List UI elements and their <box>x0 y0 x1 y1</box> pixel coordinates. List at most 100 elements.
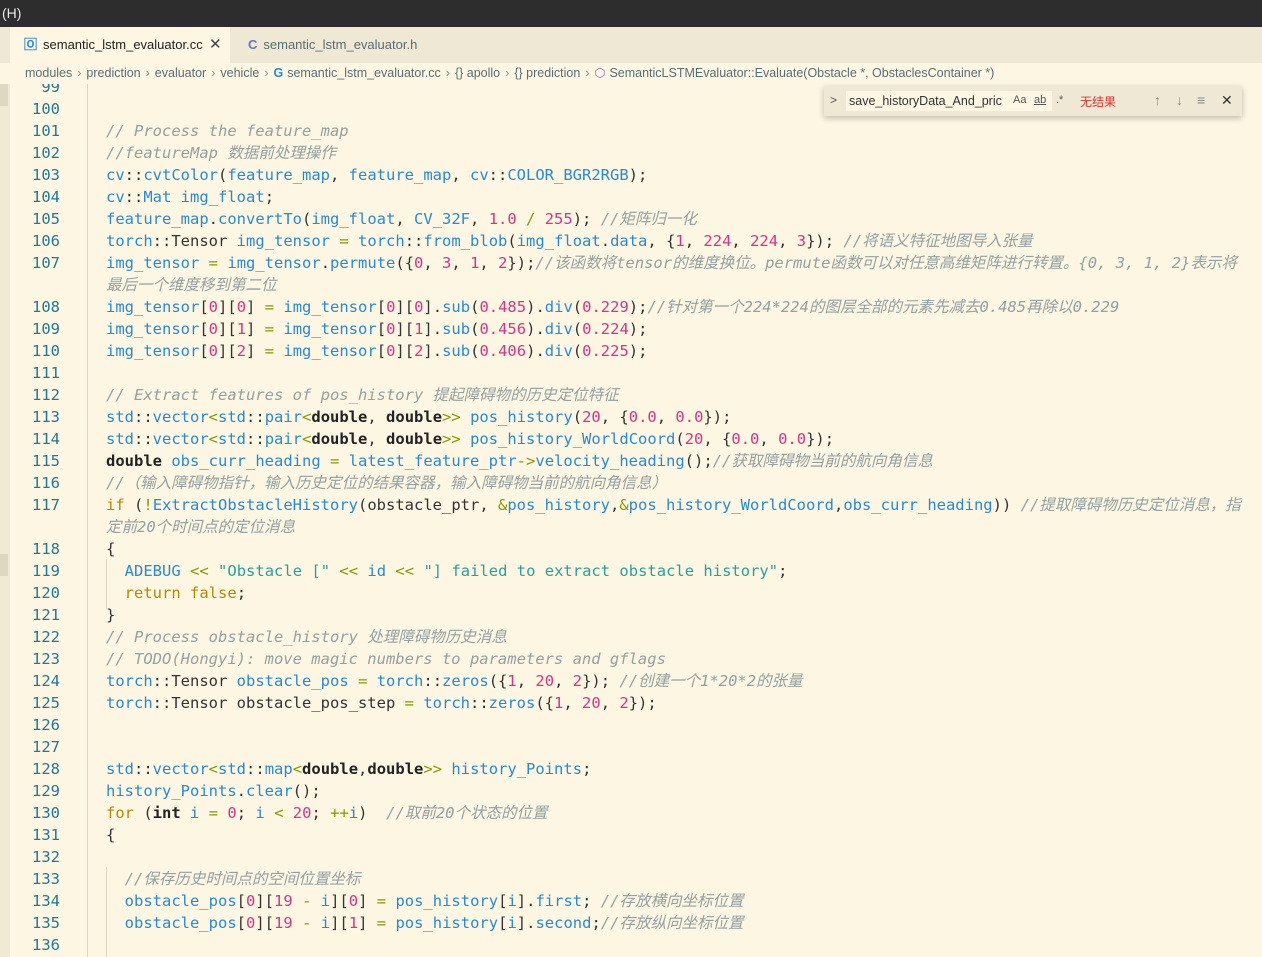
line-text: if (!ExtractObstacleHistory(obstacle_ptr… <box>106 496 1241 536</box>
arrow-down-icon[interactable]: ↓ <box>1176 92 1183 108</box>
code-line[interactable]: 109 img_tensor[0][1] = img_tensor[0][1].s… <box>0 318 1262 340</box>
line-text: for (int i = 0; i < 20; ++i) //取前20个状态的位… <box>106 804 548 822</box>
chevron-right-icon: › <box>211 66 216 80</box>
find-result: 无结果 <box>1080 95 1117 109</box>
code-line[interactable]: 106 torch::Tensor img_tensor = torch::fro… <box>0 230 1262 252</box>
code-line[interactable]: 102 //featureMap 数据前处理操作 <box>0 142 1262 164</box>
regex-toggle[interactable]: .* <box>1056 94 1063 106</box>
breadcrumb-item-modules[interactable]: modules <box>25 66 72 80</box>
code-line[interactable]: 120 return false; <box>0 582 1262 604</box>
find-in-selection-icon[interactable]: ≡ <box>1197 92 1205 108</box>
code-editor[interactable]: 99 100 101 // Process the feature_map 102 //f… <box>0 84 1262 957</box>
line-text: // TODO(Hongyi): move magic numbers to p… <box>106 650 666 668</box>
line-text: // Extract features of pos_history 提起障碍物… <box>106 386 619 404</box>
code-line[interactable]: 115 double obs_curr_heading = latest_feat… <box>0 450 1262 472</box>
line-text: //（输入障碍物指针，输入历史定位的结果容器，输入障碍物当前的航向角信息） <box>106 474 668 492</box>
line-number: 115 <box>32 452 60 470</box>
line-number: 99 <box>41 84 60 96</box>
line-number: 101 <box>32 122 60 140</box>
code-line[interactable]: 127 <box>0 736 1262 758</box>
line-number: 118 <box>32 540 60 558</box>
line-number: 129 <box>32 782 60 800</box>
code-line[interactable]: 132 <box>0 846 1262 868</box>
cpp-file-icon: G <box>273 66 284 80</box>
line-number: 114 <box>32 430 60 448</box>
code-line[interactable]: 125 torch::Tensor obstacle_pos_step = tor… <box>0 692 1262 714</box>
line-text: //保存历史时间点的空间位置坐标 <box>124 870 361 888</box>
code-line[interactable]: 136 <box>0 934 1262 956</box>
breadcrumb-item-namespace-prediction[interactable]: {} prediction <box>514 66 580 80</box>
chevron-right-icon: › <box>264 66 269 80</box>
line-number: 136 <box>32 936 60 954</box>
code-line[interactable]: 105 feature_map.convertTo(img_float, CV_3… <box>0 208 1262 230</box>
line-number: 133 <box>32 870 60 888</box>
code-line[interactable]: 108 img_tensor[0][0] = img_tensor[0][0].s… <box>0 296 1262 318</box>
breadcrumb-item-namespace-apollo[interactable]: {} apollo <box>455 66 500 80</box>
line-text: img_tensor[0][2] = img_tensor[0][2].sub(… <box>106 342 648 360</box>
code-line[interactable]: 110 img_tensor[0][2] = img_tensor[0][2].s… <box>0 340 1262 362</box>
code-line[interactable]: 113 std::vector<std::pair<double, double>… <box>0 406 1262 428</box>
code-line[interactable]: 104 cv::Mat img_float; <box>0 186 1262 208</box>
chevron-right-icon[interactable]: > <box>830 93 837 107</box>
line-number: 100 <box>32 100 60 118</box>
code-line[interactable]: 130 for (int i = 0; i < 20; ++i) //取前20个状… <box>0 802 1262 824</box>
menu-help[interactable]: (H) <box>2 5 21 21</box>
tab-semantic-lstm-evaluator-cc[interactable]: 🄾semantic_lstm_evaluator.cc ✕ <box>10 27 230 63</box>
code-line[interactable]: 112 // Extract features of pos_history 提起… <box>0 384 1262 406</box>
line-text: ADEBUG << "Obstacle [" << id << "] faile… <box>124 562 788 580</box>
line-text: // Process the feature_map <box>106 122 349 140</box>
code-line[interactable]: 124 torch::Tensor obstacle_pos = torch::z… <box>0 670 1262 692</box>
line-number: 119 <box>32 562 60 580</box>
line-number: 126 <box>32 716 60 734</box>
line-text: img_tensor[0][0] = img_tensor[0][0].sub(… <box>106 298 1120 316</box>
breadcrumb: modules › prediction › evaluator › vehicle › Gse… <box>0 63 1262 84</box>
line-number: 122 <box>32 628 60 646</box>
breadcrumb-item-vehicle[interactable]: vehicle <box>220 66 259 80</box>
code-line[interactable]: 114 std::vector<std::pair<double, double>… <box>0 428 1262 450</box>
code-line[interactable]: 101 // Process the feature_map <box>0 120 1262 142</box>
line-number: 116 <box>32 474 60 492</box>
code-line[interactable]: 118 { <box>0 538 1262 560</box>
code-line[interactable]: 134 obstacle_pos[0][19 - i][0] = pos_his… <box>0 890 1262 912</box>
line-text: { <box>106 540 116 558</box>
match-case-toggle[interactable]: Aa <box>1013 94 1026 106</box>
line-number: 120 <box>32 584 60 602</box>
line-number: 127 <box>32 738 60 756</box>
code-line[interactable]: 129 history_Points.clear(); <box>0 780 1262 802</box>
code-line[interactable]: 135 obstacle_pos[0][19 - i][1] = pos_his… <box>0 912 1262 934</box>
code-lines: 99 100 101 // Process the feature_map 102 //f… <box>0 84 1262 956</box>
code-line[interactable]: 111 <box>0 362 1262 384</box>
close-icon[interactable]: ✕ <box>1221 92 1233 109</box>
tab-semantic-lstm-evaluator-h[interactable]: Csemantic_lstm_evaluator.h <box>232 27 449 63</box>
line-number: 124 <box>32 672 60 690</box>
code-line[interactable]: 128 std::vector<std::map<double,double>> … <box>0 758 1262 780</box>
line-number: 109 <box>32 320 60 338</box>
code-line[interactable]: 133 //保存历史时间点的空间位置坐标 <box>0 868 1262 890</box>
line-text: } <box>106 606 116 624</box>
code-line[interactable]: 131 { <box>0 824 1262 846</box>
code-line[interactable]: 117 if (!ExtractObstacleHistory(obstacle_… <box>0 494 1262 538</box>
whole-word-toggle[interactable]: ab <box>1034 94 1046 106</box>
code-line[interactable]: 121} <box>0 604 1262 626</box>
code-line[interactable]: 126 <box>0 714 1262 736</box>
line-number: 113 <box>32 408 60 426</box>
line-number: 106 <box>32 232 60 250</box>
line-number: 103 <box>32 166 60 184</box>
code-line[interactable]: 119 ADEBUG << "Obstacle [" << id << "] f… <box>0 560 1262 582</box>
line-text: obstacle_pos[0][19 - i][0] = pos_history… <box>124 892 744 910</box>
code-line[interactable]: 103 cv::cvtColor(feature_map, feature_map… <box>0 164 1262 186</box>
line-text: feature_map.convertTo(img_float, CV_32F,… <box>106 210 697 228</box>
chevron-right-icon: › <box>145 66 150 80</box>
code-line[interactable]: 122 // Process obstacle_history 处理障碍物历史消息 <box>0 626 1262 648</box>
line-text: torch::Tensor obstacle_pos = torch::zero… <box>106 672 803 690</box>
code-line[interactable]: 107 img_tensor = img_tensor.permute({0, 3… <box>0 252 1262 296</box>
breadcrumb-item-prediction[interactable]: prediction <box>86 66 140 80</box>
breadcrumb-item-evaluator[interactable]: evaluator <box>155 66 206 80</box>
code-line[interactable]: 123 // TODO(Hongyi): move magic numbers t… <box>0 648 1262 670</box>
arrow-up-icon[interactable]: ↑ <box>1154 92 1161 108</box>
breadcrumb-item-file[interactable]: semantic_lstm_evaluator.cc <box>287 66 441 80</box>
code-line[interactable]: 116 //（输入障碍物指针，输入历史定位的结果容器，输入障碍物当前的航向角信息） <box>0 472 1262 494</box>
tab-bar: 🄾semantic_lstm_evaluator.cc ✕ Csemantic_… <box>0 27 1262 63</box>
close-icon[interactable]: ✕ <box>209 27 222 63</box>
breadcrumb-item-method[interactable]: SemanticLSTMEvaluator::Evaluate(Obstacle… <box>609 66 994 80</box>
